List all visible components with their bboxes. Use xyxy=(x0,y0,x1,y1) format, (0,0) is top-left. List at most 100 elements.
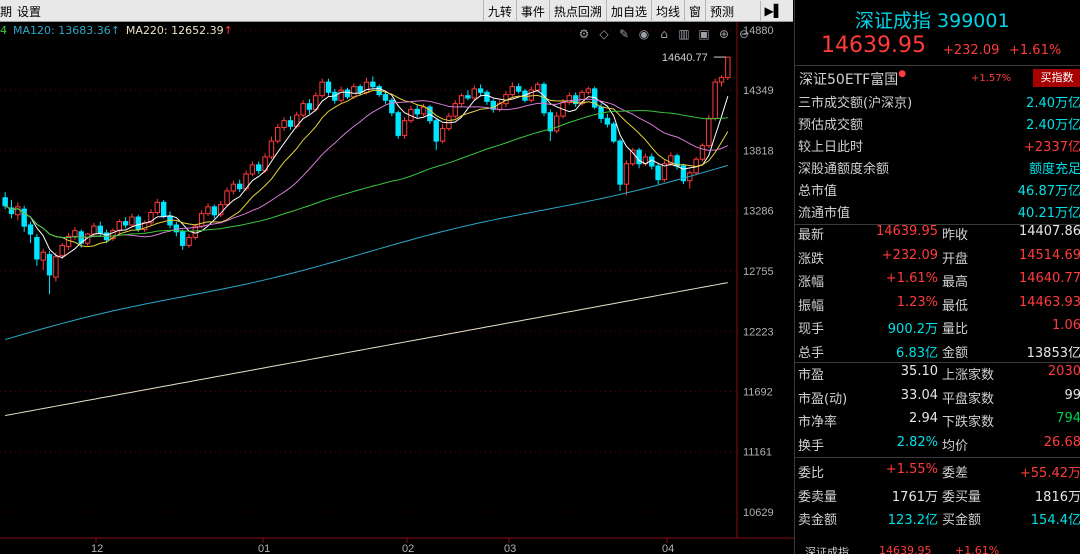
quote-value: 900.2万 xyxy=(887,322,938,337)
quote-value: 1761万 xyxy=(891,489,938,505)
menu-item-0[interactable]: 九转 xyxy=(482,0,516,22)
basket-icon[interactable]: ⌂ xyxy=(656,26,672,42)
gear-icon[interactable]: ⚙ xyxy=(576,26,592,42)
bottom-ticker-fragment: 深证成指 14639.95 +1.61% xyxy=(795,544,1080,554)
candle-body xyxy=(205,206,211,215)
quote-row: 现手 900.2万 量比 1.06 xyxy=(795,318,1080,341)
kline-chart[interactable]: 1488014349138181328612755122231169211161… xyxy=(0,0,794,554)
trash-icon[interactable]: ▥ xyxy=(676,26,692,42)
ticker-text: 深证成指 xyxy=(805,546,849,554)
quote-label: 均价 xyxy=(942,438,969,454)
buy-index-button[interactable]: 买指数 xyxy=(1033,69,1080,87)
quote-label: 卖金额 xyxy=(798,513,838,528)
stat-value: 46.87万亿 xyxy=(1017,184,1080,199)
stat-label: 较上日此时 xyxy=(798,140,864,155)
quote-value: 33.04 xyxy=(900,387,938,403)
quote-row: 卖金额 123.2亿 买金额 154.4亿 xyxy=(795,509,1080,532)
candle-body xyxy=(186,236,192,246)
etf-change-pct: +1.57% xyxy=(971,73,1012,84)
y-tick-label: 14349 xyxy=(743,85,774,97)
stat-value: +2337亿 xyxy=(1024,140,1080,155)
candle-body xyxy=(53,256,59,278)
quote-label: 昨收 xyxy=(942,228,969,243)
candle-body xyxy=(325,81,332,93)
lock-icon[interactable]: ▣ xyxy=(696,26,712,42)
candle-body xyxy=(382,94,389,101)
ma220-line xyxy=(5,282,728,417)
menu-item-3[interactable]: 加自选 xyxy=(605,0,651,22)
candle-body xyxy=(116,221,122,232)
quote-value: 1.06 xyxy=(1052,318,1080,333)
candle-body xyxy=(718,77,725,83)
quote-label: 上涨家数 xyxy=(942,368,995,383)
x-tick-label: 04 xyxy=(662,543,674,554)
candle-body xyxy=(351,86,357,98)
candle-body xyxy=(515,86,522,92)
quote-panel: 深证成指 399001 14639.95 +232.09 +1.61% 深证50… xyxy=(794,0,1080,554)
candle-body xyxy=(135,216,142,231)
stat-label: 流通市值 xyxy=(798,206,851,221)
x-tick-label: 03 xyxy=(504,543,516,554)
stat-label: 预估成交额 xyxy=(798,118,864,133)
settings-button[interactable]: 设置 xyxy=(17,3,41,20)
ma-short-label: 4 xyxy=(0,24,7,37)
menu-item-4[interactable]: 均线 xyxy=(650,0,684,22)
index-change: +232.09 xyxy=(943,43,1000,58)
quote-label: 涨跌 xyxy=(798,251,825,267)
ma120-up-arrow: ↑ xyxy=(110,24,120,37)
menu-item-1[interactable]: 事件 xyxy=(515,0,549,22)
stat-label: 总市值 xyxy=(798,184,838,199)
candle-body xyxy=(268,140,275,158)
quote-value: 35.10 xyxy=(900,364,938,379)
y-tick-label: 12223 xyxy=(743,326,774,338)
candle-body xyxy=(401,120,408,136)
ticker-text: +1.61% xyxy=(955,544,1000,554)
eye-icon[interactable]: ◉ xyxy=(636,26,652,42)
menu-item-5[interactable]: 窗 xyxy=(683,0,705,22)
candle-body xyxy=(611,123,617,142)
stat-label: 三市成交额(沪深京) xyxy=(798,96,913,111)
candle-body xyxy=(458,95,465,105)
pencil-icon[interactable]: ✎ xyxy=(616,26,632,42)
plus-icon[interactable]: ⊕ xyxy=(716,26,732,42)
candle-body xyxy=(224,190,230,206)
quote-value: 2.94 xyxy=(909,411,938,426)
stat-label: 深股通额度余额 xyxy=(798,162,890,177)
quote-label: 最低 xyxy=(942,298,969,314)
quote-value: +232.09 xyxy=(881,247,938,263)
y-tick-label: 12755 xyxy=(743,266,774,278)
etf-link[interactable]: 深证50ETF富国● xyxy=(799,69,906,89)
divider xyxy=(795,362,1080,363)
minus-icon[interactable]: ⊖ xyxy=(736,26,752,42)
menu-item-2[interactable]: 热点回溯 xyxy=(548,0,606,22)
quote-label: 委差 xyxy=(942,466,969,481)
quote-label: 金额 xyxy=(942,345,969,361)
quote-label: 换手 xyxy=(798,438,825,454)
candle-body xyxy=(59,244,65,257)
quote-label: 量比 xyxy=(942,322,969,337)
candle-body xyxy=(725,56,731,79)
period-label-fragment[interactable]: 期 xyxy=(0,3,12,20)
top-menu-bar: 期 设置 九转 事件 热点回溯 加自选 均线窗预测 ▶▌ xyxy=(0,0,793,22)
candle-body xyxy=(395,112,401,136)
mask-icon[interactable]: ◇ xyxy=(596,26,612,42)
quote-value: 14463.93 xyxy=(1018,294,1080,310)
quote-value: 14640.77 xyxy=(1018,271,1080,286)
quote-row: 涨幅 +1.61% 最高 14640.77 xyxy=(795,271,1080,294)
play-end-icon[interactable]: ▶▌ xyxy=(759,1,787,21)
ticker-text: 14639.95 xyxy=(879,544,932,554)
candle-body xyxy=(40,251,46,261)
quote-label: 最新 xyxy=(798,228,825,243)
index-title: 深证成指 399001 xyxy=(855,10,1010,32)
candle-body xyxy=(414,108,420,115)
menu-end: ▶▌ xyxy=(738,0,793,22)
candle-body xyxy=(465,95,471,99)
stat-value: 40.21万亿 xyxy=(1017,206,1080,221)
candle-body xyxy=(706,117,712,147)
y-tick-label: 10629 xyxy=(743,507,774,519)
stat-row: 预估成交额 2.40万亿 xyxy=(795,114,1080,136)
menu-item-6[interactable]: 预测 xyxy=(704,0,738,22)
y-tick-label: 13818 xyxy=(743,145,774,157)
y-tick-label: 11692 xyxy=(743,386,773,398)
candle-body xyxy=(344,89,351,98)
